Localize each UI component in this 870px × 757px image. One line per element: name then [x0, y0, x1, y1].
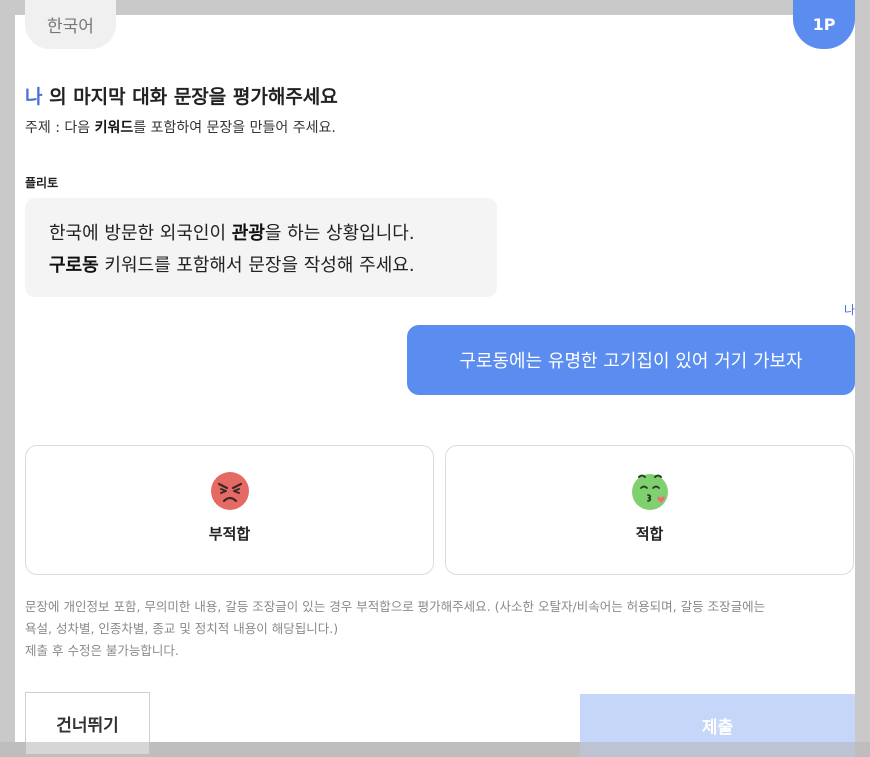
bot-message-line-2: 구로동 키워드를 포함해서 문장을 작성해 주세요. — [49, 250, 473, 282]
bot-text: 을 하는 상황입니다. — [264, 223, 415, 244]
bot-keyword-guro: 구로동 — [49, 255, 99, 276]
page-number: 1P — [812, 15, 836, 34]
bot-text: 키워드를 포함해서 문장을 작성해 주세요. — [98, 255, 415, 276]
evaluation-notice: 문장에 개인정보 포함, 무의미한 내용, 갈등 조장글이 있는 경우 부적합으… — [25, 596, 855, 662]
notice-line-3: 제출 후 수정은 불가능합니다. — [25, 643, 179, 658]
user-message-bubble: 구로동에는 유명한 고기집이 있어 거기 가보자 — [407, 325, 855, 395]
language-label: 한국어 — [47, 17, 94, 37]
bot-keyword-tourism: 관광 — [231, 223, 265, 244]
suitable-label: 적합 — [635, 525, 664, 543]
kissing-face-icon — [631, 474, 668, 510]
page-title: 나 의 마지막 대화 문장을 평가해주세요 — [25, 82, 338, 109]
bot-message-bubble: 한국에 방문한 외국인이 관광을 하는 상황입니다. 구로동 키워드를 포함해서… — [25, 198, 497, 297]
title-text: 의 마지막 대화 문장을 평가해주세요 — [42, 86, 338, 108]
title-speaker: 나 — [25, 86, 43, 108]
bottom-overlay — [0, 742, 870, 757]
bot-name: 플리토 — [25, 176, 59, 190]
notice-line-1: 문장에 개인정보 포함, 무의미한 내용, 갈등 조장글이 있는 경우 부적합으… — [25, 599, 766, 614]
angry-face-icon — [210, 472, 249, 510]
unsuitable-button[interactable]: 부적합 — [25, 445, 434, 575]
language-selector[interactable]: 한국어 — [25, 0, 116, 49]
user-label: 나 — [843, 303, 855, 317]
subject-keyword: 키워드 — [94, 120, 134, 136]
subject-instruction: 주제 : 다음 키워드를 포함하여 문장을 만들어 주세요. — [25, 117, 336, 137]
suitable-button[interactable]: 적합 — [445, 445, 854, 575]
notice-line-2: 욕설, 성차별, 인종차별, 종교 및 정치적 내용이 해당됩니다.) — [25, 621, 339, 636]
subject-prefix: 주제 : 다음 — [25, 120, 95, 136]
bot-text: 한국에 방문한 외국인이 — [49, 223, 232, 244]
bot-message-line-1: 한국에 방문한 외국인이 관광을 하는 상황입니다. — [49, 218, 473, 250]
subject-suffix: 를 포함하여 문장을 만들어 주세요. — [133, 120, 336, 136]
unsuitable-label: 부적합 — [208, 525, 251, 543]
user-message-text: 구로동에는 유명한 고기집이 있어 거기 가보자 — [459, 351, 803, 372]
